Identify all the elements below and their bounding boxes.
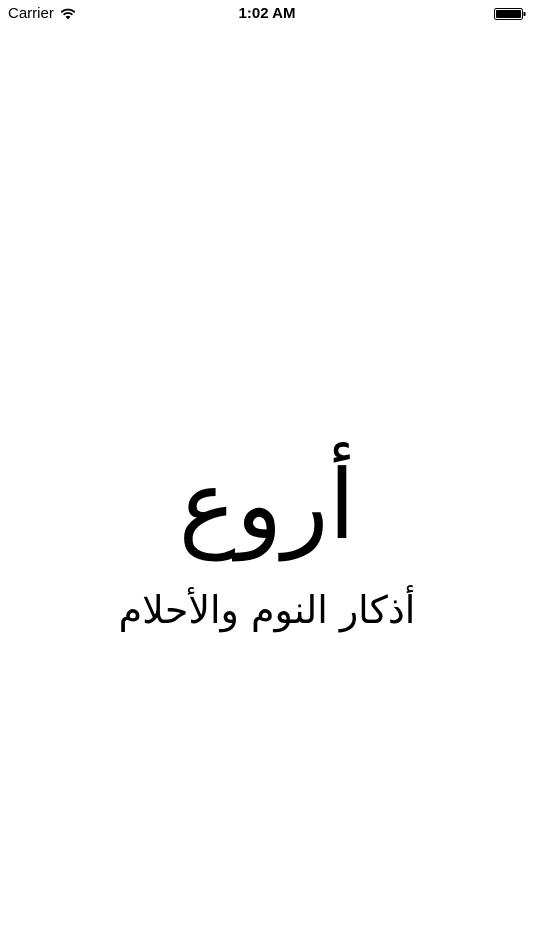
app-brand-title: أروع [178,449,356,561]
battery-icon [494,8,526,20]
splash-content: أروع أذكار النوم والأحلام [0,440,534,636]
status-time: 1:02 AM [238,5,296,22]
status-bar: Carrier 1:02 AM [0,0,534,28]
app-subtitle: أذكار النوم والأحلام [118,588,416,632]
